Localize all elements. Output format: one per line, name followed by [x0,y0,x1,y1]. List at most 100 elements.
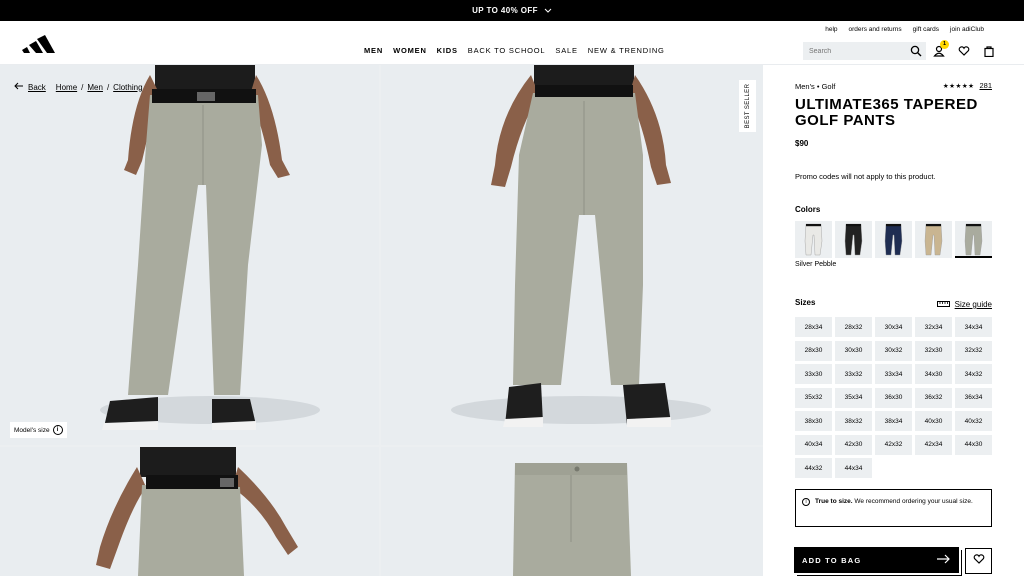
add-to-bag-label: ADD TO BAG [802,555,862,565]
chevron-down-icon [544,6,552,15]
size-option[interactable]: 35x32 [795,387,832,408]
size-option[interactable]: 34x34 [955,317,992,337]
size-grid: 28x34 28x32 30x34 32x34 34x34 28x30 30x30 30x32… [795,317,992,478]
size-option[interactable]: 40x30 [915,411,952,431]
search-box[interactable] [803,42,926,60]
nav-back-to-school[interactable]: BACK TO SCHOOL [468,46,546,55]
rating-stars: ★★★★★ [942,82,975,90]
size-option[interactable]: 34x30 [915,364,952,384]
product-image-detail-side[interactable] [0,447,379,576]
size-option[interactable]: 42x32 [875,434,912,455]
colors-heading: Colors [795,205,821,214]
size-option[interactable]: 32x30 [915,340,952,361]
product-details-panel: Men's • Golf ★★★★★ 281 ULTIMATE365 TAPER… [763,65,1024,576]
color-swatch[interactable] [915,221,952,258]
fit-bold-text: True to size. [815,498,853,505]
color-swatch[interactable] [835,221,872,258]
size-option[interactable]: 38x32 [835,411,872,431]
help-link[interactable]: help [825,26,837,33]
utility-links: help orders and returns gift cards join … [825,26,984,33]
site-header: help orders and returns gift cards join … [0,21,1024,65]
breadcrumb-home[interactable]: Home [56,83,77,92]
color-swatch[interactable] [795,221,832,258]
model-size-button[interactable]: Model's size i [10,422,67,438]
fit-info-box: i True to size. We recommend ordering yo… [795,489,992,527]
size-option[interactable]: 32x34 [915,317,952,337]
info-icon: i [52,425,63,435]
product-rating[interactable]: ★★★★★ 281 [943,81,992,90]
promo-note: Promo codes will not apply to this produ… [795,172,936,181]
breadcrumb-clothing[interactable]: Clothing [113,83,142,92]
nav-women[interactable]: WOMEN [393,46,427,55]
size-option[interactable]: 36x30 [875,387,912,408]
size-option[interactable]: 32x32 [955,340,992,361]
account-badge: 1 [940,40,949,49]
size-option[interactable]: 35x34 [835,387,872,408]
product-image-front[interactable] [0,65,379,445]
breadcrumb-men[interactable]: Men [87,83,103,92]
back-link[interactable]: Back [14,82,46,92]
size-option[interactable]: 38x34 [875,411,912,431]
promo-text: UP TO 40% OFF [472,6,538,15]
color-swatches [795,221,992,258]
color-swatch[interactable] [955,221,992,258]
breadcrumb-separator: / [106,82,110,92]
size-option[interactable]: 30x34 [875,317,912,337]
size-guide-link[interactable]: Size guide [936,300,992,309]
size-option[interactable]: 28x30 [795,340,832,361]
size-option[interactable]: 33x30 [795,364,832,384]
size-option[interactable]: 40x34 [795,434,832,455]
product-price: $90 [795,139,809,148]
best-seller-label: BEST SELLER [744,83,751,129]
orders-returns-link[interactable]: orders and returns [849,26,902,33]
bag-icon[interactable] [983,44,997,58]
size-option[interactable]: 44x34 [835,458,872,478]
product-image-back[interactable] [381,65,763,445]
size-option[interactable]: 40x32 [955,411,992,431]
nav-kids[interactable]: KIDS [437,46,458,55]
gift-cards-link[interactable]: gift cards [913,26,939,33]
color-swatch[interactable] [875,221,912,258]
nav-new-trending[interactable]: NEW & TRENDING [588,46,665,55]
sizes-heading: Sizes [795,298,816,307]
product-gallery: Back Home / Men / Clothing BEST SELLER M… [0,65,763,576]
size-option[interactable]: 33x32 [835,364,872,384]
add-to-bag-button[interactable]: ADD TO BAG [794,547,959,573]
promo-bar[interactable]: UP TO 40% OFF [0,0,1024,21]
size-option[interactable]: 34x32 [955,364,992,384]
heart-icon[interactable] [958,44,972,58]
size-option[interactable]: 42x34 [915,434,952,455]
size-option[interactable]: 28x32 [835,317,872,337]
info-icon: i [802,498,810,506]
size-option[interactable]: 44x30 [955,434,992,455]
review-count[interactable]: 281 [979,81,992,90]
size-guide-label: Size guide [954,300,992,309]
product-image-detail-flat[interactable] [381,447,763,576]
best-seller-badge: BEST SELLER [739,80,756,132]
ruler-icon [936,300,950,309]
back-label: Back [28,82,46,92]
size-option[interactable]: 36x32 [915,387,952,408]
size-option[interactable]: 33x34 [875,364,912,384]
adidas-logo[interactable] [21,34,55,55]
size-option[interactable]: 38x30 [795,411,832,431]
nav-men[interactable]: MEN [364,46,383,55]
size-option[interactable]: 44x32 [795,458,832,478]
model-size-label: Model's size [14,426,50,434]
back-arrow-icon [14,82,24,92]
size-option[interactable]: 30x32 [875,340,912,361]
search-input[interactable] [809,47,904,55]
wishlist-button[interactable] [965,548,992,574]
arrow-right-icon [937,554,951,566]
size-option[interactable]: 42x30 [835,434,872,455]
main-nav: MEN WOMEN KIDS BACK TO SCHOOL SALE NEW &… [364,46,665,55]
size-option[interactable]: 30x30 [835,340,872,361]
breadcrumb-separator: / [81,82,84,92]
search-icon[interactable] [910,45,922,59]
size-option[interactable]: 36x34 [955,387,992,408]
breadcrumb: Back Home / Men / Clothing [14,82,143,92]
product-category: Men's • Golf [795,82,836,91]
size-option[interactable]: 28x34 [795,317,832,337]
nav-sale[interactable]: SALE [555,46,577,55]
join-adiclub-link[interactable]: join adiClub [950,26,984,33]
